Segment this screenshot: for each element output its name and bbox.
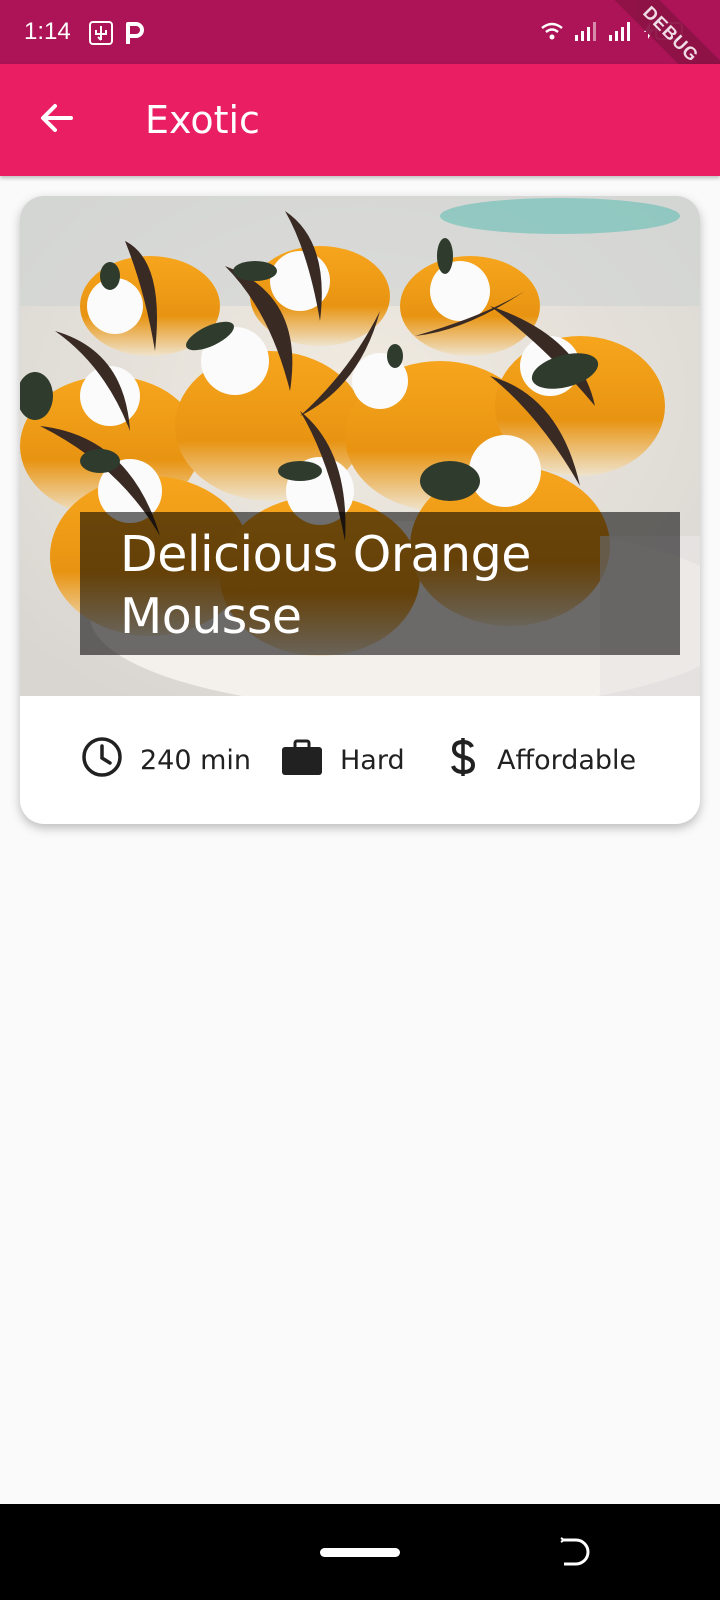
signal-icon [608, 20, 632, 46]
clock-icon [80, 735, 124, 786]
system-nav-bar [0, 1504, 720, 1600]
duration-label: 240 min [140, 744, 252, 776]
complexity-info: Hard [280, 736, 405, 784]
recipe-title: Delicious Orange Mousse [120, 526, 531, 645]
parking-icon [124, 20, 146, 50]
briefcase-icon [280, 735, 324, 786]
page-title: Exotic [145, 98, 260, 142]
duration-info: 240 min [80, 736, 251, 784]
wifi-icon [540, 20, 564, 46]
arrow-back-icon [38, 100, 74, 140]
app-bar: Exotic [0, 64, 720, 176]
signal-icon [574, 20, 598, 46]
home-gesture-pill[interactable] [320, 1548, 400, 1557]
affordability-label: Affordable [497, 744, 637, 776]
recipe-meta-row: 240 min Hard Affordable [20, 696, 700, 824]
recipe-card[interactable]: Delicious Orange Mousse 240 min Hard Aff… [20, 196, 700, 824]
affordability-info: Affordable [445, 736, 636, 784]
dollar-icon [445, 735, 481, 786]
status-bar: 1:14 DEBUG [0, 0, 720, 113]
back-button[interactable] [30, 94, 82, 146]
rotate-icon[interactable] [556, 1534, 592, 1570]
complexity-label: Hard [340, 744, 405, 776]
usb-icon [88, 20, 114, 50]
status-time: 1:14 [24, 18, 71, 45]
title-overlay: Delicious Orange Mousse [80, 512, 680, 655]
